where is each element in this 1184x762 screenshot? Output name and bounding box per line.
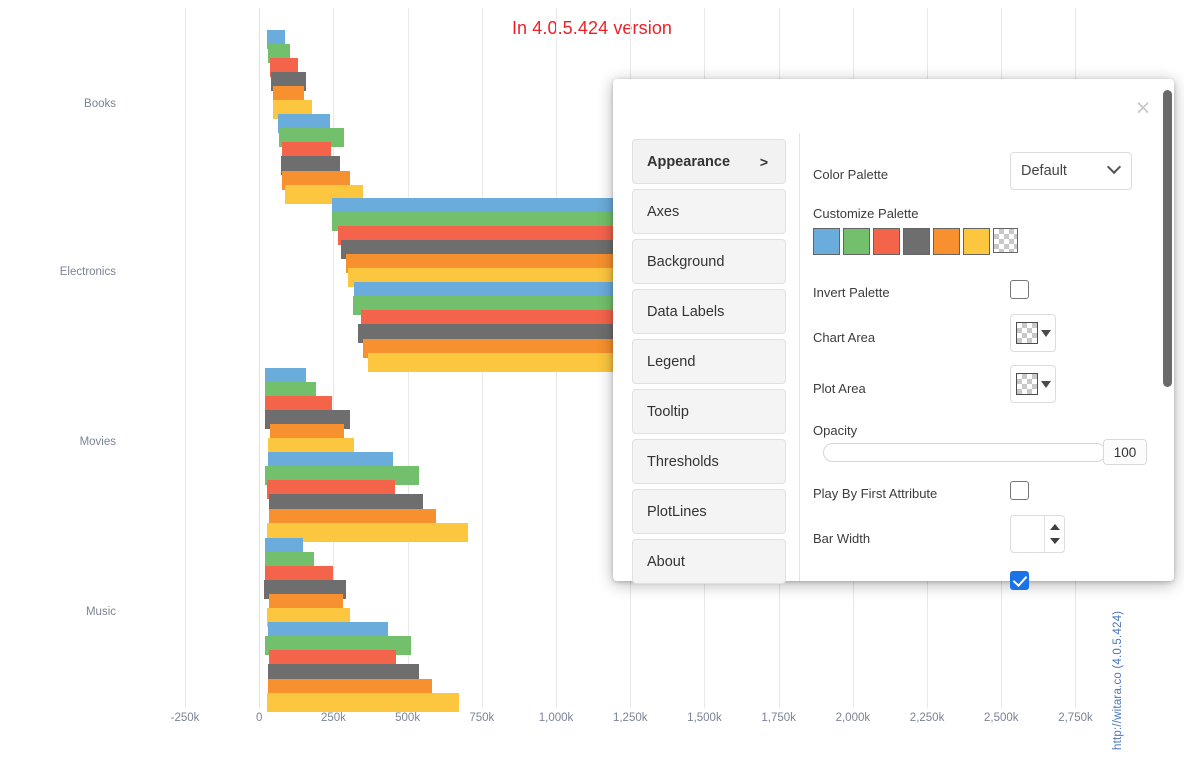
stepper-arrows[interactable] bbox=[1045, 516, 1064, 552]
settings-nav-item-background[interactable]: Background bbox=[632, 239, 786, 284]
chevron-right-icon: > bbox=[759, 153, 768, 170]
caret-down-icon bbox=[1041, 329, 1051, 337]
x-axis-tick-label: 2,250k bbox=[909, 712, 945, 724]
palette-swatch-row bbox=[813, 228, 1018, 255]
x-axis-tick-label: 2,000k bbox=[835, 712, 871, 724]
transparent-swatch-icon bbox=[1016, 322, 1038, 344]
play-by-first-attribute-checkbox[interactable] bbox=[1010, 481, 1029, 500]
gridline bbox=[259, 8, 261, 708]
settings-nav-item-about[interactable]: About bbox=[632, 539, 786, 584]
y-axis-category-label: Electronics bbox=[59, 266, 116, 279]
panel-divider bbox=[799, 133, 800, 581]
transparent-swatch-icon bbox=[1016, 373, 1038, 395]
settings-nav-item-label: Data Labels bbox=[647, 303, 725, 320]
settings-nav-item-label: Thresholds bbox=[647, 453, 719, 470]
stepper-down-icon[interactable] bbox=[1049, 538, 1060, 544]
settings-nav-item-legend[interactable]: Legend bbox=[632, 339, 786, 384]
x-axis-tick-label: 1,250k bbox=[612, 712, 648, 724]
appearance-settings-fields: Color Palette Default Customize Palette … bbox=[813, 133, 1153, 590]
x-axis-tick-label: 250k bbox=[320, 712, 346, 724]
y-axis-category-label: Books bbox=[84, 98, 116, 111]
caret-down-icon bbox=[1041, 380, 1051, 388]
settings-nav-item-label: Background bbox=[647, 253, 725, 270]
settings-nav-item-label: Legend bbox=[647, 353, 696, 370]
x-axis-tick-label: 750k bbox=[469, 712, 495, 724]
y-axis-category-label: Music bbox=[85, 606, 116, 619]
settings-nav-item-axes[interactable]: Axes bbox=[632, 189, 786, 234]
opacity-value[interactable]: 100 bbox=[1103, 439, 1147, 465]
customize-palette-label: Customize Palette bbox=[813, 206, 919, 221]
settings-nav-item-label: Axes bbox=[647, 203, 680, 220]
gridline bbox=[185, 8, 186, 708]
settings-nav-item-appearance[interactable]: Appearance > bbox=[632, 139, 786, 184]
opacity-slider[interactable] bbox=[823, 443, 1106, 462]
chart-area-color-picker[interactable] bbox=[1010, 314, 1056, 352]
palette-swatch[interactable] bbox=[903, 228, 930, 255]
invert-palette-label: Invert Palette bbox=[813, 285, 890, 300]
plot-area-color-picker[interactable] bbox=[1010, 365, 1056, 403]
settings-nav-item-label: PlotLines bbox=[647, 503, 707, 520]
color-palette-value: Default bbox=[1021, 163, 1067, 179]
color-palette-select[interactable]: Default bbox=[1010, 152, 1132, 190]
opacity-label: Opacity bbox=[813, 423, 858, 438]
partial-setting-checkbox[interactable] bbox=[1010, 571, 1029, 590]
palette-swatch[interactable] bbox=[813, 228, 840, 255]
settings-nav-list: Appearance > Axes Background Data Labels Lege… bbox=[632, 139, 786, 589]
x-axis-tick-label: 1,750k bbox=[761, 712, 796, 724]
bar-width-stepper[interactable] bbox=[1010, 515, 1065, 553]
plot-area-label: Plot Area bbox=[813, 381, 866, 396]
settings-nav-item-tooltip[interactable]: Tooltip bbox=[632, 389, 786, 434]
x-axis-tick-label: 1,500k bbox=[687, 712, 722, 724]
play-by-first-attribute-label: Play By First Attribute bbox=[813, 486, 938, 501]
close-icon[interactable]: × bbox=[1130, 96, 1156, 122]
stepper-up-icon[interactable] bbox=[1049, 524, 1060, 530]
invert-palette-checkbox[interactable] bbox=[1010, 280, 1029, 299]
color-palette-label: Color Palette bbox=[813, 167, 889, 182]
palette-swatch[interactable] bbox=[843, 228, 870, 255]
palette-swatch-transparent[interactable] bbox=[993, 228, 1018, 253]
x-axis-tick-label: 0 bbox=[256, 712, 263, 724]
y-axis-category-label: Movies bbox=[79, 436, 116, 449]
settings-nav-item-data-labels[interactable]: Data Labels bbox=[632, 289, 786, 334]
settings-nav-item-label: Tooltip bbox=[647, 403, 689, 420]
chevron-down-icon bbox=[1106, 159, 1122, 175]
x-axis-tick-label: 2,750k bbox=[1058, 712, 1093, 724]
palette-swatch[interactable] bbox=[963, 228, 990, 255]
chart-area-label: Chart Area bbox=[813, 330, 876, 345]
watermark-link[interactable]: http://witara.co (4.0.5.424) bbox=[1112, 578, 1130, 750]
settings-nav-item-thresholds[interactable]: Thresholds bbox=[632, 439, 786, 484]
settings-nav-item-label: Appearance bbox=[647, 153, 731, 170]
palette-swatch[interactable] bbox=[933, 228, 960, 255]
bar-width-value[interactable] bbox=[1011, 516, 1045, 552]
x-axis-tick-label: 1,000k bbox=[538, 712, 574, 724]
settings-nav-item-label: About bbox=[647, 553, 685, 570]
bar[interactable] bbox=[267, 692, 459, 712]
palette-swatch[interactable] bbox=[873, 228, 900, 255]
panel-scrollbar[interactable] bbox=[1163, 90, 1172, 387]
settings-nav-item-plotlines[interactable]: PlotLines bbox=[632, 489, 786, 534]
x-axis-tick-label: 500k bbox=[395, 712, 421, 724]
x-axis-tick-label: 2,500k bbox=[984, 712, 1019, 724]
x-axis-tick-label: -250k bbox=[170, 712, 200, 724]
bar-width-label: Bar Width bbox=[813, 531, 871, 546]
